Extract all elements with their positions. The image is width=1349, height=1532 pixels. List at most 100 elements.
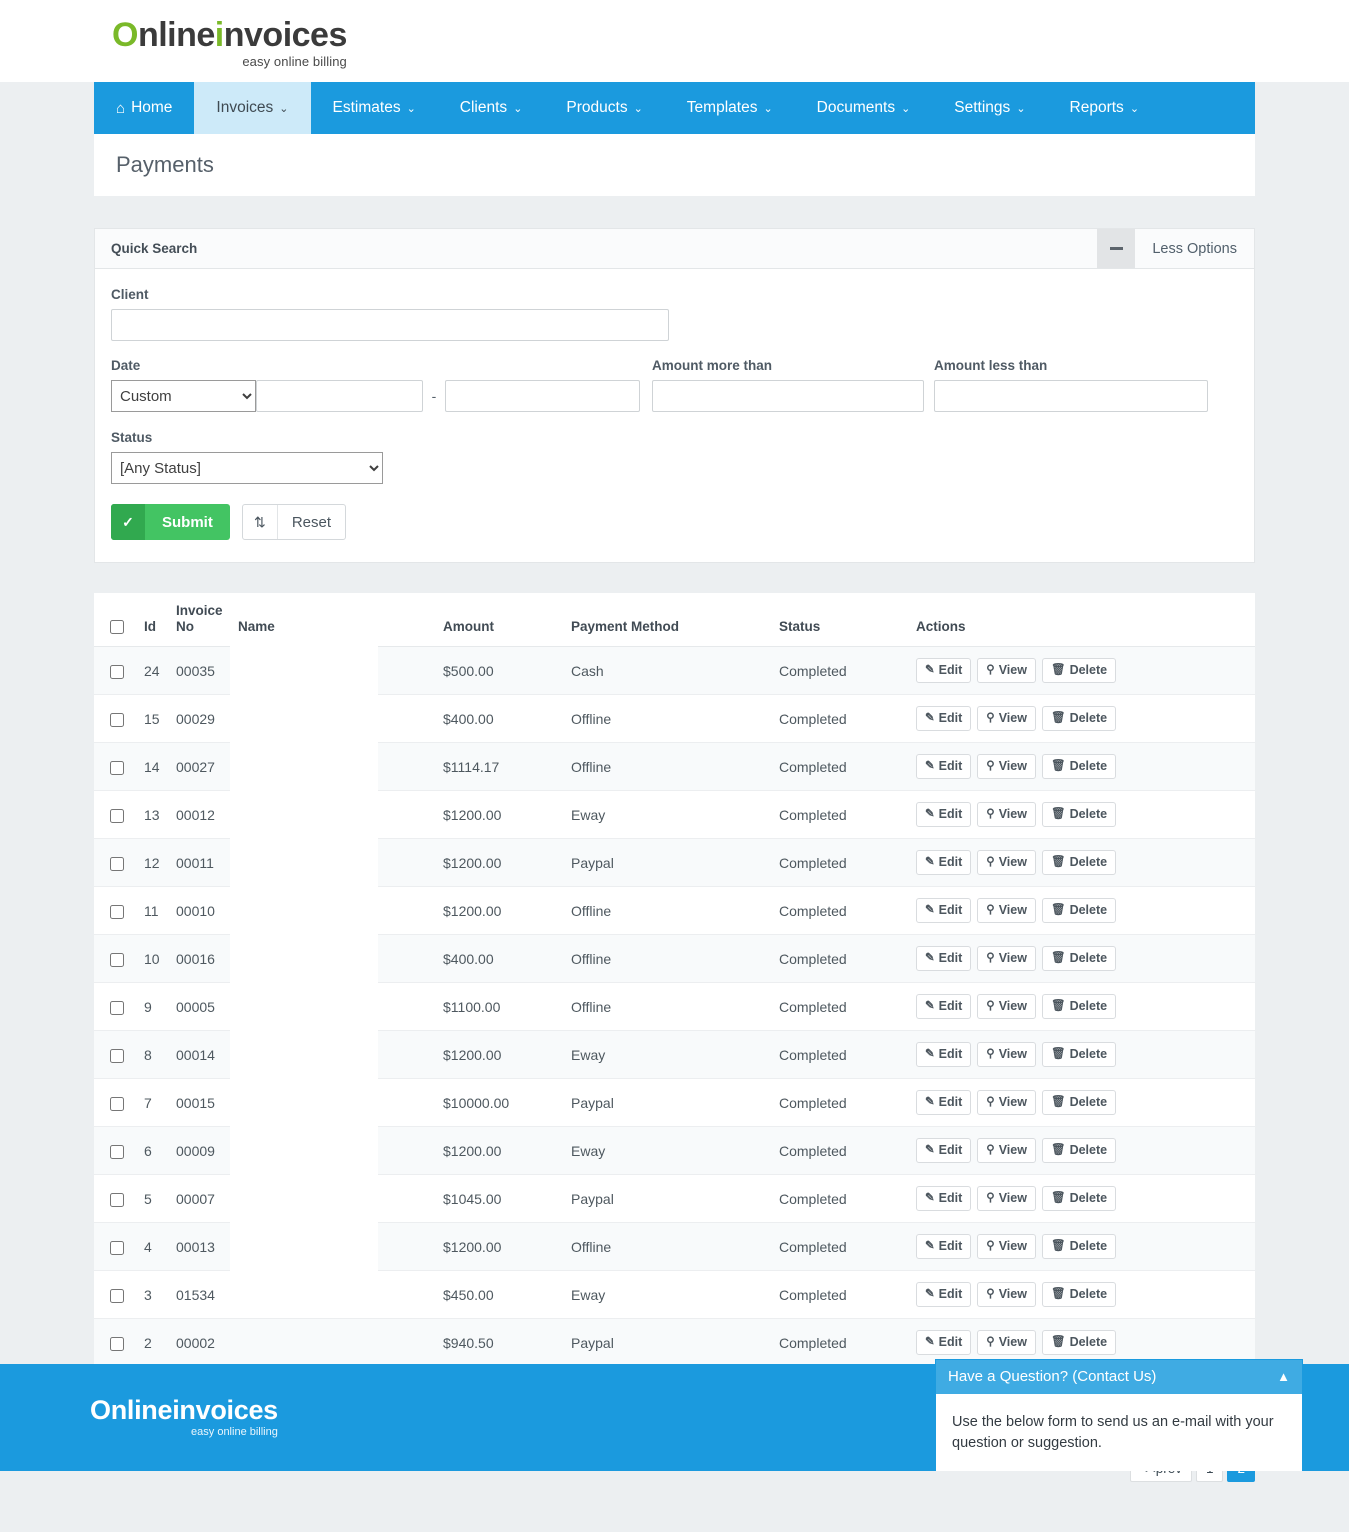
- row-checkbox[interactable]: [110, 905, 124, 919]
- submit-button[interactable]: ✓ Submit: [111, 504, 230, 540]
- edit-label: Edit: [939, 951, 963, 966]
- nav-item-invoices[interactable]: Invoices⌄: [194, 82, 310, 134]
- edit-button[interactable]: ✎Edit: [916, 706, 971, 731]
- edit-button[interactable]: ✎Edit: [916, 1138, 971, 1163]
- contact-us-body: Use the below form to send us an e-mail …: [936, 1394, 1302, 1472]
- edit-button[interactable]: ✎Edit: [916, 1042, 971, 1067]
- view-button[interactable]: ⚲View: [977, 1234, 1036, 1259]
- date-range-select[interactable]: Custom: [111, 380, 256, 412]
- delete-button[interactable]: 🗑Delete: [1042, 946, 1116, 971]
- select-all-header: [94, 593, 138, 647]
- edit-button[interactable]: ✎Edit: [916, 850, 971, 875]
- contact-us-header[interactable]: Have a Question? (Contact Us) ▲: [936, 1360, 1302, 1394]
- view-button[interactable]: ⚲View: [977, 946, 1036, 971]
- cell-invoice-no: 00005: [170, 983, 232, 1031]
- nav-item-settings[interactable]: Settings⌄: [932, 82, 1047, 134]
- delete-button[interactable]: 🗑Delete: [1042, 1090, 1116, 1115]
- edit-button[interactable]: ✎Edit: [916, 994, 971, 1019]
- delete-button[interactable]: 🗑Delete: [1042, 850, 1116, 875]
- cell-actions: ✎Edit⚲View🗑Delete: [910, 983, 1255, 1031]
- nav-item-estimates[interactable]: Estimates⌄: [311, 82, 438, 134]
- row-checkbox[interactable]: [110, 809, 124, 823]
- date-to-input[interactable]: [445, 380, 640, 412]
- delete-button[interactable]: 🗑Delete: [1042, 1330, 1116, 1355]
- delete-button[interactable]: 🗑Delete: [1042, 1042, 1116, 1067]
- row-checkbox[interactable]: [110, 1145, 124, 1159]
- cell-invoice-no: 00012: [170, 791, 232, 839]
- row-checkbox[interactable]: [110, 857, 124, 871]
- delete-button[interactable]: 🗑Delete: [1042, 754, 1116, 779]
- view-button[interactable]: ⚲View: [977, 754, 1036, 779]
- row-checkbox[interactable]: [110, 1289, 124, 1303]
- view-label: View: [999, 663, 1027, 678]
- nav-item-templates[interactable]: Templates⌄: [665, 82, 795, 134]
- view-button[interactable]: ⚲View: [977, 994, 1036, 1019]
- footer-logo[interactable]: Onlineinvoices easy online billing: [90, 1397, 278, 1438]
- delete-button[interactable]: 🗑Delete: [1042, 898, 1116, 923]
- view-button[interactable]: ⚲View: [977, 1330, 1036, 1355]
- header-amount[interactable]: Amount: [437, 593, 565, 647]
- view-button[interactable]: ⚲View: [977, 706, 1036, 731]
- edit-button[interactable]: ✎Edit: [916, 1234, 971, 1259]
- view-button[interactable]: ⚲View: [977, 1090, 1036, 1115]
- delete-button[interactable]: 🗑Delete: [1042, 706, 1116, 731]
- edit-button[interactable]: ✎Edit: [916, 802, 971, 827]
- view-button[interactable]: ⚲View: [977, 1282, 1036, 1307]
- nav-item-clients[interactable]: Clients⌄: [438, 82, 545, 134]
- select-all-checkbox[interactable]: [110, 620, 124, 634]
- row-checkbox[interactable]: [110, 1049, 124, 1063]
- reset-button[interactable]: ⇅ Reset: [242, 504, 346, 540]
- edit-button[interactable]: ✎Edit: [916, 946, 971, 971]
- delete-button[interactable]: 🗑Delete: [1042, 994, 1116, 1019]
- row-checkbox[interactable]: [110, 1097, 124, 1111]
- site-logo[interactable]: Onlineinvoices easy online billing: [112, 18, 347, 68]
- date-from-input[interactable]: [256, 380, 423, 412]
- row-checkbox[interactable]: [110, 665, 124, 679]
- view-button[interactable]: ⚲View: [977, 658, 1036, 683]
- nav-item-documents[interactable]: Documents⌄: [795, 82, 933, 134]
- edit-button[interactable]: ✎Edit: [916, 754, 971, 779]
- view-button[interactable]: ⚲View: [977, 850, 1036, 875]
- row-checkbox[interactable]: [110, 713, 124, 727]
- chevron-up-icon[interactable]: ▲: [1277, 1369, 1290, 1384]
- header-invoice-no[interactable]: Invoice No: [170, 593, 232, 647]
- row-checkbox[interactable]: [110, 1337, 124, 1351]
- view-button[interactable]: ⚲View: [977, 1186, 1036, 1211]
- nav-item-reports[interactable]: Reports⌄: [1048, 82, 1162, 134]
- delete-button[interactable]: 🗑Delete: [1042, 802, 1116, 827]
- row-checkbox[interactable]: [110, 761, 124, 775]
- delete-button[interactable]: 🗑Delete: [1042, 1138, 1116, 1163]
- row-checkbox[interactable]: [110, 1241, 124, 1255]
- row-checkbox[interactable]: [110, 1001, 124, 1015]
- view-button[interactable]: ⚲View: [977, 1138, 1036, 1163]
- amount-less-input[interactable]: [934, 380, 1208, 412]
- amount-more-input[interactable]: [652, 380, 924, 412]
- row-checkbox[interactable]: [110, 1193, 124, 1207]
- row-action-group: ✎Edit⚲View🗑Delete: [916, 1090, 1249, 1115]
- delete-button[interactable]: 🗑Delete: [1042, 1282, 1116, 1307]
- edit-button[interactable]: ✎Edit: [916, 1090, 971, 1115]
- status-select[interactable]: [Any Status]: [111, 452, 383, 484]
- view-button[interactable]: ⚲View: [977, 1042, 1036, 1067]
- edit-button[interactable]: ✎Edit: [916, 898, 971, 923]
- edit-button[interactable]: ✎Edit: [916, 658, 971, 683]
- edit-button[interactable]: ✎Edit: [916, 1186, 971, 1211]
- header-status[interactable]: Status: [773, 593, 910, 647]
- minus-icon[interactable]: [1097, 229, 1135, 268]
- nav-item-home[interactable]: ⌂Home: [94, 82, 194, 134]
- delete-button[interactable]: 🗑Delete: [1042, 658, 1116, 683]
- row-action-group: ✎Edit⚲View🗑Delete: [916, 1138, 1249, 1163]
- header-id[interactable]: Id: [138, 593, 170, 647]
- view-button[interactable]: ⚲View: [977, 802, 1036, 827]
- delete-button[interactable]: 🗑Delete: [1042, 1234, 1116, 1259]
- delete-button[interactable]: 🗑Delete: [1042, 1186, 1116, 1211]
- row-checkbox[interactable]: [110, 953, 124, 967]
- client-input[interactable]: [111, 309, 669, 341]
- view-button[interactable]: ⚲View: [977, 898, 1036, 923]
- less-options-toggle[interactable]: Less Options: [1135, 241, 1254, 257]
- edit-button[interactable]: ✎Edit: [916, 1330, 971, 1355]
- nav-item-products[interactable]: Products⌄: [544, 82, 664, 134]
- edit-button[interactable]: ✎Edit: [916, 1282, 971, 1307]
- header-payment-method[interactable]: Payment Method: [565, 593, 773, 647]
- header-name[interactable]: Name: [232, 593, 437, 647]
